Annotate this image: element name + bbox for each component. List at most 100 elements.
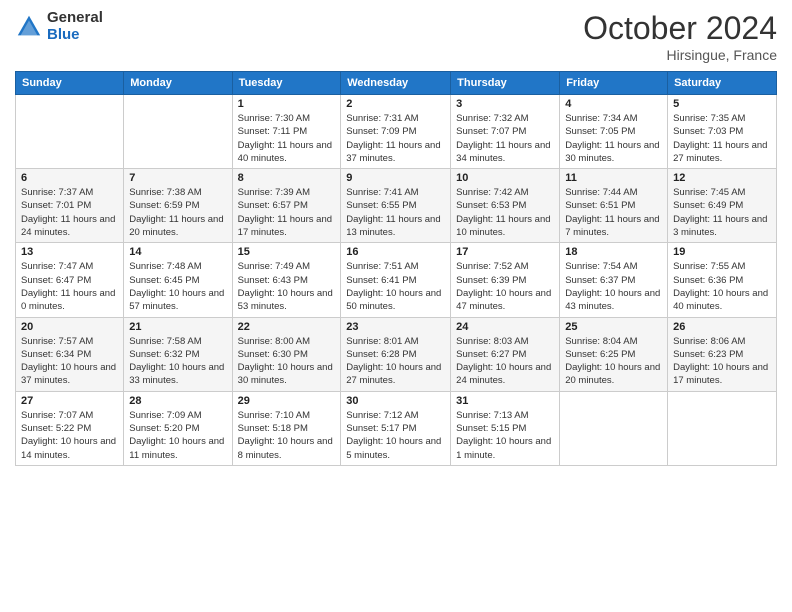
day-number: 17 xyxy=(456,246,554,258)
day-info: Sunrise: 7:10 AM Sunset: 5:18 PM Dayligh… xyxy=(238,409,336,462)
day-number: 19 xyxy=(673,246,771,258)
day-number: 5 xyxy=(673,98,771,110)
calendar-cell: 24 Sunrise: 8:03 AM Sunset: 6:27 PM Dayli… xyxy=(451,317,560,391)
day-info: Sunrise: 7:07 AM Sunset: 5:22 PM Dayligh… xyxy=(21,409,118,462)
calendar-cell: 28Sunrise: 7:09 AM Sunset: 5:20 PM Dayli… xyxy=(124,391,232,465)
day-number: 29 xyxy=(238,395,336,407)
month-title: October 2024 xyxy=(583,10,777,47)
day-info: Sunrise: 7:39 AM Sunset: 6:57 PM Dayligh… xyxy=(238,186,336,239)
calendar-cell: 21 Sunrise: 7:58 AM Sunset: 6:32 PM Dayli… xyxy=(124,317,232,391)
day-number: 6 xyxy=(21,172,118,184)
day-number: 27 xyxy=(21,395,118,407)
day-number: 22 xyxy=(238,321,336,333)
day-number: 8 xyxy=(238,172,336,184)
day-info: Sunrise: 7:44 AM Sunset: 6:51 PM Dayligh… xyxy=(565,186,662,239)
calendar-cell: 12Sunrise: 7:45 AM Sunset: 6:49 PM Dayli… xyxy=(668,169,777,243)
day-info: Sunrise: 7:54 AM Sunset: 6:37 PM Dayligh… xyxy=(565,260,662,313)
day-number: 13 xyxy=(21,246,118,258)
day-info: Sunrise: 7:12 AM Sunset: 5:17 PM Dayligh… xyxy=(346,409,445,462)
day-info: Sunrise: 7:45 AM Sunset: 6:49 PM Dayligh… xyxy=(673,186,771,239)
day-header-friday: Friday xyxy=(560,72,668,95)
week-row-1: 1Sunrise: 7:30 AM Sunset: 7:11 PM Daylig… xyxy=(16,95,777,169)
day-number: 3 xyxy=(456,98,554,110)
day-header-wednesday: Wednesday xyxy=(341,72,451,95)
day-info: Sunrise: 7:47 AM Sunset: 6:47 PM Dayligh… xyxy=(21,260,118,313)
calendar-cell: 22 Sunrise: 8:00 AM Sunset: 6:30 PM Dayli… xyxy=(232,317,341,391)
day-info: Sunrise: 7:58 AM Sunset: 6:32 PM Dayligh… xyxy=(129,335,226,388)
day-number: 16 xyxy=(346,246,445,258)
calendar-cell xyxy=(668,391,777,465)
calendar-cell: 14 Sunrise: 7:48 AM Sunset: 6:45 PM Dayli… xyxy=(124,243,232,317)
location: Hirsingue, France xyxy=(583,47,777,63)
day-info: Sunrise: 7:38 AM Sunset: 6:59 PM Dayligh… xyxy=(129,186,226,239)
day-number: 23 xyxy=(346,321,445,333)
calendar-cell: 20 Sunrise: 7:57 AM Sunset: 6:34 PM Dayli… xyxy=(16,317,124,391)
day-info: Sunrise: 7:55 AM Sunset: 6:36 PM Dayligh… xyxy=(673,260,771,313)
week-row-5: 27 Sunrise: 7:07 AM Sunset: 5:22 PM Dayli… xyxy=(16,391,777,465)
calendar-cell: 23 Sunrise: 8:01 AM Sunset: 6:28 PM Dayli… xyxy=(341,317,451,391)
day-info: Sunrise: 7:41 AM Sunset: 6:55 PM Dayligh… xyxy=(346,186,445,239)
calendar-cell: 16 Sunrise: 7:51 AM Sunset: 6:41 PM Dayli… xyxy=(341,243,451,317)
calendar-cell: 19 Sunrise: 7:55 AM Sunset: 6:36 PM Dayli… xyxy=(668,243,777,317)
calendar-cell: 31 Sunrise: 7:13 AM Sunset: 5:15 PM Dayli… xyxy=(451,391,560,465)
day-number: 18 xyxy=(565,246,662,258)
calendar-cell: 5 Sunrise: 7:35 AM Sunset: 7:03 PM Daylig… xyxy=(668,95,777,169)
week-row-3: 13 Sunrise: 7:47 AM Sunset: 6:47 PM Dayli… xyxy=(16,243,777,317)
day-number: 26 xyxy=(673,321,771,333)
day-info: Sunrise: 8:06 AM Sunset: 6:23 PM Dayligh… xyxy=(673,335,771,388)
day-info: Sunrise: 8:00 AM Sunset: 6:30 PM Dayligh… xyxy=(238,335,336,388)
logo-general: General xyxy=(47,10,103,27)
calendar-cell: 9 Sunrise: 7:41 AM Sunset: 6:55 PM Daylig… xyxy=(341,169,451,243)
calendar-cell: 10 Sunrise: 7:42 AM Sunset: 6:53 PM Dayli… xyxy=(451,169,560,243)
calendar-cell: 13 Sunrise: 7:47 AM Sunset: 6:47 PM Dayli… xyxy=(16,243,124,317)
day-info: Sunrise: 7:13 AM Sunset: 5:15 PM Dayligh… xyxy=(456,409,554,462)
day-number: 25 xyxy=(565,321,662,333)
day-number: 10 xyxy=(456,172,554,184)
day-info: Sunrise: 7:32 AM Sunset: 7:07 PM Dayligh… xyxy=(456,112,554,165)
day-info: Sunrise: 7:49 AM Sunset: 6:43 PM Dayligh… xyxy=(238,260,336,313)
day-info: Sunrise: 8:01 AM Sunset: 6:28 PM Dayligh… xyxy=(346,335,445,388)
day-number: 21 xyxy=(129,321,226,333)
day-header-saturday: Saturday xyxy=(668,72,777,95)
calendar-cell: 29 Sunrise: 7:10 AM Sunset: 5:18 PM Dayli… xyxy=(232,391,341,465)
logo: General Blue xyxy=(15,10,103,43)
calendar-cell: 27 Sunrise: 7:07 AM Sunset: 5:22 PM Dayli… xyxy=(16,391,124,465)
week-row-4: 20 Sunrise: 7:57 AM Sunset: 6:34 PM Dayli… xyxy=(16,317,777,391)
day-info: Sunrise: 8:03 AM Sunset: 6:27 PM Dayligh… xyxy=(456,335,554,388)
calendar-cell: 2Sunrise: 7:31 AM Sunset: 7:09 PM Daylig… xyxy=(341,95,451,169)
week-row-2: 6 Sunrise: 7:37 AM Sunset: 7:01 PM Daylig… xyxy=(16,169,777,243)
day-number: 30 xyxy=(346,395,445,407)
calendar-cell: 11Sunrise: 7:44 AM Sunset: 6:51 PM Dayli… xyxy=(560,169,668,243)
day-info: Sunrise: 7:37 AM Sunset: 7:01 PM Dayligh… xyxy=(21,186,118,239)
day-number: 9 xyxy=(346,172,445,184)
page: General Blue October 2024 Hirsingue, Fra… xyxy=(0,0,792,612)
day-info: Sunrise: 7:48 AM Sunset: 6:45 PM Dayligh… xyxy=(129,260,226,313)
day-number: 7 xyxy=(129,172,226,184)
logo-blue: Blue xyxy=(47,27,103,44)
day-info: Sunrise: 7:52 AM Sunset: 6:39 PM Dayligh… xyxy=(456,260,554,313)
day-header-tuesday: Tuesday xyxy=(232,72,341,95)
day-info: Sunrise: 7:57 AM Sunset: 6:34 PM Dayligh… xyxy=(21,335,118,388)
day-number: 1 xyxy=(238,98,336,110)
day-number: 14 xyxy=(129,246,226,258)
day-info: Sunrise: 7:42 AM Sunset: 6:53 PM Dayligh… xyxy=(456,186,554,239)
day-number: 31 xyxy=(456,395,554,407)
day-number: 24 xyxy=(456,321,554,333)
day-number: 20 xyxy=(21,321,118,333)
calendar-cell: 25 Sunrise: 8:04 AM Sunset: 6:25 PM Dayli… xyxy=(560,317,668,391)
day-info: Sunrise: 8:04 AM Sunset: 6:25 PM Dayligh… xyxy=(565,335,662,388)
day-info: Sunrise: 7:34 AM Sunset: 7:05 PM Dayligh… xyxy=(565,112,662,165)
day-info: Sunrise: 7:35 AM Sunset: 7:03 PM Dayligh… xyxy=(673,112,771,165)
calendar-cell: 7 Sunrise: 7:38 AM Sunset: 6:59 PM Daylig… xyxy=(124,169,232,243)
calendar-cell: 8 Sunrise: 7:39 AM Sunset: 6:57 PM Daylig… xyxy=(232,169,341,243)
calendar-cell: 30 Sunrise: 7:12 AM Sunset: 5:17 PM Dayli… xyxy=(341,391,451,465)
day-number: 15 xyxy=(238,246,336,258)
calendar-cell: 1Sunrise: 7:30 AM Sunset: 7:11 PM Daylig… xyxy=(232,95,341,169)
day-info: Sunrise: 7:09 AM Sunset: 5:20 PM Dayligh… xyxy=(129,409,226,462)
logo-text: General Blue xyxy=(47,10,103,43)
day-info: Sunrise: 7:51 AM Sunset: 6:41 PM Dayligh… xyxy=(346,260,445,313)
header: General Blue October 2024 Hirsingue, Fra… xyxy=(15,10,777,63)
day-header-monday: Monday xyxy=(124,72,232,95)
day-info: Sunrise: 7:31 AM Sunset: 7:09 PM Dayligh… xyxy=(346,112,445,165)
day-header-row: SundayMondayTuesdayWednesdayThursdayFrid… xyxy=(16,72,777,95)
